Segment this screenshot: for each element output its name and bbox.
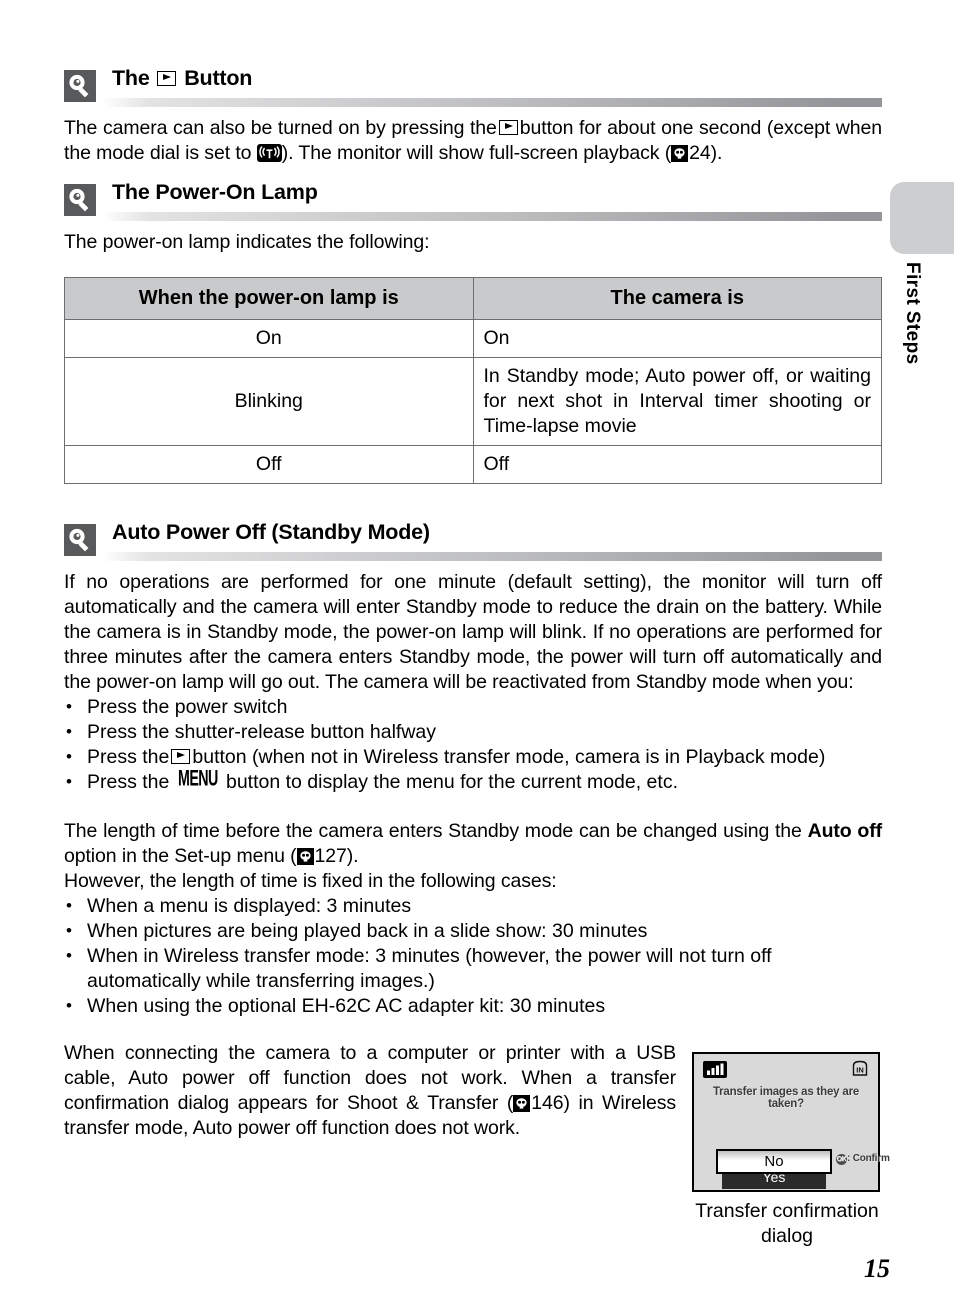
section-heading-auto-power-off: Auto Power Off (Standby Mode) xyxy=(64,516,882,562)
paragraph-usb-transfer: When connecting the camera to a computer… xyxy=(64,1041,676,1141)
table-cell-camera-state: On xyxy=(472,319,882,358)
paragraph-power-on-lamp-intro: The power-on lamp indicates the followin… xyxy=(64,231,430,253)
camera-lcd-screen: IN Transfer images as they are taken? Ye… xyxy=(692,1052,890,1192)
reference-book-icon xyxy=(671,145,689,162)
list-item: When in Wireless transfer mode: 3 minute… xyxy=(64,943,882,994)
list-item-text-pre: Press the xyxy=(87,771,170,793)
section-heading-play-button: The Button xyxy=(64,62,882,108)
play-button-icon xyxy=(498,120,518,135)
list-item-text: When using the optional EH-62C AC adapte… xyxy=(87,995,606,1017)
list-item: Press the MENU button to display the men… xyxy=(64,767,882,797)
list-item-text-pre: Press the xyxy=(87,746,170,768)
list-item-text: When in Wireless transfer mode: 3 minute… xyxy=(87,945,772,992)
table-header-camera-state: The camera is xyxy=(472,277,882,320)
power-on-lamp-table: When the power-on lamp is The camera is … xyxy=(64,277,882,484)
list-item-text: Press the power switch xyxy=(87,696,288,718)
list-item: When using the optional EH-62C AC adapte… xyxy=(64,993,882,1019)
page-number: 15 xyxy=(864,1254,890,1283)
paragraph-auto-off-option: The length of time before the camera ent… xyxy=(64,819,882,869)
figure-caption: Transfer confirmation dialog xyxy=(695,1200,879,1247)
lcd-option-no[interactable]: No xyxy=(716,1149,832,1174)
section-title-auto-power-off: Auto Power Off (Standby Mode) xyxy=(112,520,430,544)
signal-strength-icon xyxy=(703,1061,727,1078)
text-part-2: option in the Set-up menu ( xyxy=(64,845,297,867)
fixed-cases-bullet-list: When a menu is displayed: 3 minutes When… xyxy=(64,893,882,1019)
list-item-text: Press the shutter-release button halfway xyxy=(87,721,437,743)
play-button-icon xyxy=(157,71,177,86)
section-divider xyxy=(102,212,882,221)
lcd-confirm-hint: OK: Confirm xyxy=(836,1153,890,1165)
reactivate-bullet-list: Press the power switch Press the shutter… xyxy=(64,694,882,797)
transfer-confirmation-figure: IN Transfer images as they are taken? Ye… xyxy=(692,1052,890,1249)
list-item: Press the shutter-release button halfway xyxy=(64,719,882,745)
reference-page-number: 127 xyxy=(314,845,347,867)
text-part-4: ). xyxy=(710,142,723,164)
table-cell-lamp-state: On xyxy=(64,319,474,358)
text-part-1: The length of time before the camera ent… xyxy=(64,820,802,842)
lcd-confirm-label: : Confirm xyxy=(847,1153,890,1164)
list-item: When pictures are being played back in a… xyxy=(64,918,882,944)
section-title-post: Button xyxy=(184,66,253,90)
tip-bulb-icon xyxy=(64,524,96,556)
text-part-1: The camera can also be turned on by pres… xyxy=(64,117,497,139)
list-item: Press the power switch xyxy=(64,694,882,720)
text-part-3: ). xyxy=(346,845,359,867)
section-title-play-button: The Button xyxy=(112,66,252,91)
reference-page-number: 24 xyxy=(689,142,711,164)
section-divider xyxy=(102,552,882,561)
list-item: When a menu is displayed: 3 minutes xyxy=(64,893,882,919)
reference-book-icon xyxy=(513,1095,531,1112)
list-item-text: When pictures are being played back in a… xyxy=(87,920,648,942)
reference-book-icon xyxy=(296,848,314,865)
svg-text:IN: IN xyxy=(856,1066,864,1075)
page-content: The Button The camera can also be turned… xyxy=(64,62,882,1141)
list-item-text-post: button to display the menu for the curre… xyxy=(225,771,678,793)
list-item-text-post: button (when not in Wireless transfer mo… xyxy=(192,746,826,768)
table-row: Blinking In Standby mode; Auto power off… xyxy=(64,357,882,446)
list-item-text: When a menu is displayed: 3 minutes xyxy=(87,895,412,917)
table-cell-camera-state: In Standby mode; Auto power off, or wait… xyxy=(472,357,882,446)
tip-bulb-icon xyxy=(64,184,96,216)
section-title-power-on-lamp: The Power-On Lamp xyxy=(112,180,318,204)
reference-page-number: 146 xyxy=(531,1092,564,1114)
table-cell-lamp-state: Blinking xyxy=(64,357,474,446)
text-part-3: ). The monitor will show full-screen pla… xyxy=(281,142,672,164)
section-title-pre: The xyxy=(112,66,150,90)
paragraph-auto-power-off-1: If no operations are performed for one m… xyxy=(64,571,882,693)
ok-button-icon: OK xyxy=(836,1154,847,1165)
paragraph-play-button: The camera can also be turned on by pres… xyxy=(64,116,882,166)
table-cell-camera-state: Off xyxy=(472,445,882,484)
table-cell-lamp-state: Off xyxy=(64,445,474,484)
edge-tab-marker xyxy=(890,182,954,254)
auto-off-option-label: Auto off xyxy=(807,820,882,842)
table-row: Off Off xyxy=(64,445,882,484)
tip-bulb-icon xyxy=(64,70,96,102)
table-header-row: When the power-on lamp is The camera is xyxy=(64,277,882,320)
table-header-lamp-state: When the power-on lamp is xyxy=(64,277,474,320)
edge-tab-label: First Steps xyxy=(902,262,923,365)
internal-memory-icon: IN xyxy=(850,1059,870,1079)
section-divider xyxy=(102,98,882,107)
table-row: On On xyxy=(64,319,882,358)
wireless-mode-icon xyxy=(256,144,282,162)
menu-button-icon: MENU xyxy=(177,766,218,792)
section-heading-power-on-lamp: The Power-On Lamp xyxy=(64,176,882,222)
manual-page: First Steps The Button The camera can al… xyxy=(0,0,954,1314)
paragraph-fixed-cases-intro: However, the length of time is fixed in … xyxy=(64,870,557,892)
lcd-message-text: Transfer images as they are taken? xyxy=(712,1086,860,1110)
